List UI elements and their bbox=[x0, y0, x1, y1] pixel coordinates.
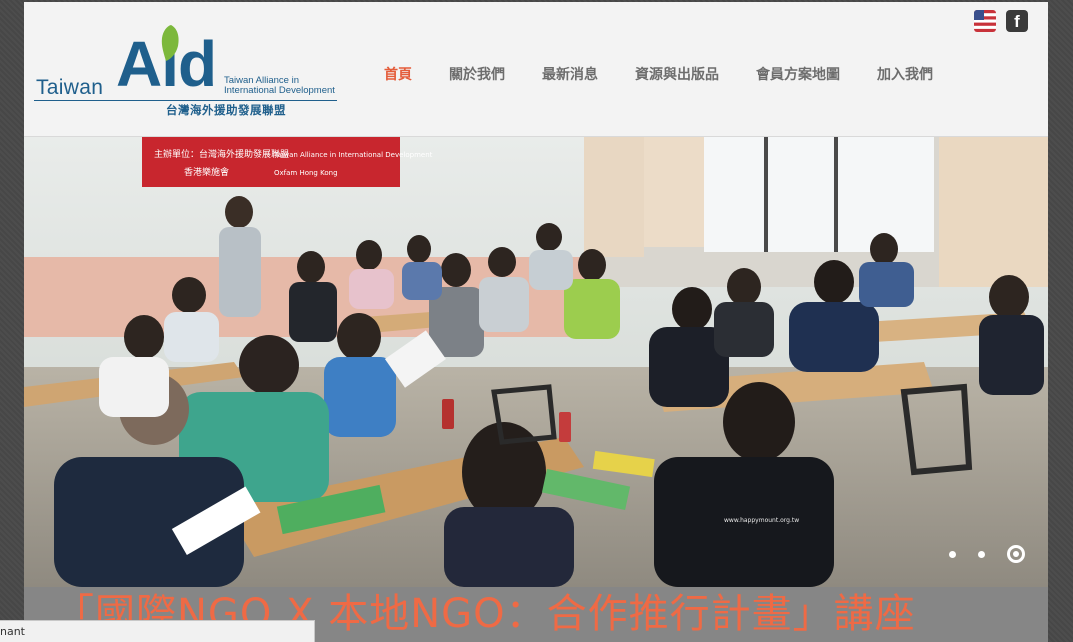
slide-dot-1[interactable] bbox=[949, 550, 956, 558]
logo-chinese-name: 台灣海外援助發展聯盟 bbox=[166, 103, 286, 117]
banner-text-1: 主辦單位：台灣海外援助發展聯盟 bbox=[154, 148, 289, 160]
browser-status-bar: nant bbox=[0, 620, 315, 642]
page: Taiwan Aid Taiwan Alliance in Internatio… bbox=[24, 2, 1048, 642]
shirt-text: www.happymount.org.tw bbox=[724, 517, 799, 524]
logo-english-name: Taiwan Alliance in International Develop… bbox=[224, 76, 344, 96]
main-nav: 首頁 關於我們 最新消息 資源與出版品 會員方案地圖 加入我們 bbox=[384, 64, 933, 84]
logo-taiwan-text: Taiwan bbox=[36, 76, 104, 99]
banner-text-2: 香港樂施會 bbox=[184, 166, 229, 178]
slide-dot-2[interactable] bbox=[978, 550, 985, 558]
banner-text-2-en: Oxfam Hong Kong bbox=[274, 169, 338, 177]
hero-slider: 主辦單位：台灣海外援助發展聯盟 Taiwan Alliance in Inter… bbox=[24, 137, 1048, 587]
slide-dot-3-active[interactable] bbox=[1007, 545, 1025, 563]
logo-divider bbox=[34, 100, 337, 101]
status-text: nant bbox=[0, 625, 25, 638]
us-flag-icon[interactable] bbox=[974, 10, 996, 32]
taiwanaid-logo[interactable]: Taiwan Aid Taiwan Alliance in Internatio… bbox=[34, 24, 344, 119]
hero-photo: 主辦單位：台灣海外援助發展聯盟 Taiwan Alliance in Inter… bbox=[24, 137, 1048, 587]
browser-viewport: Taiwan Aid Taiwan Alliance in Internatio… bbox=[0, 0, 1073, 642]
taiwan-leaf-icon bbox=[161, 25, 179, 61]
nav-latest-news[interactable]: 最新消息 bbox=[542, 64, 598, 84]
logo-english-line2: International Development bbox=[224, 85, 335, 96]
nav-member-project-map[interactable]: 會員方案地圖 bbox=[756, 64, 840, 84]
nav-join-us[interactable]: 加入我們 bbox=[877, 64, 933, 84]
banner-text-1-en: Taiwan Alliance in International Develop… bbox=[273, 151, 433, 159]
slide-indicators bbox=[949, 545, 1025, 563]
nav-home[interactable]: 首頁 bbox=[384, 64, 412, 84]
facebook-icon[interactable]: f bbox=[1006, 10, 1028, 32]
nav-resources-publications[interactable]: 資源與出版品 bbox=[635, 64, 719, 84]
nav-about-us[interactable]: 關於我們 bbox=[449, 64, 505, 84]
site-header: Taiwan Aid Taiwan Alliance in Internatio… bbox=[24, 2, 1048, 137]
